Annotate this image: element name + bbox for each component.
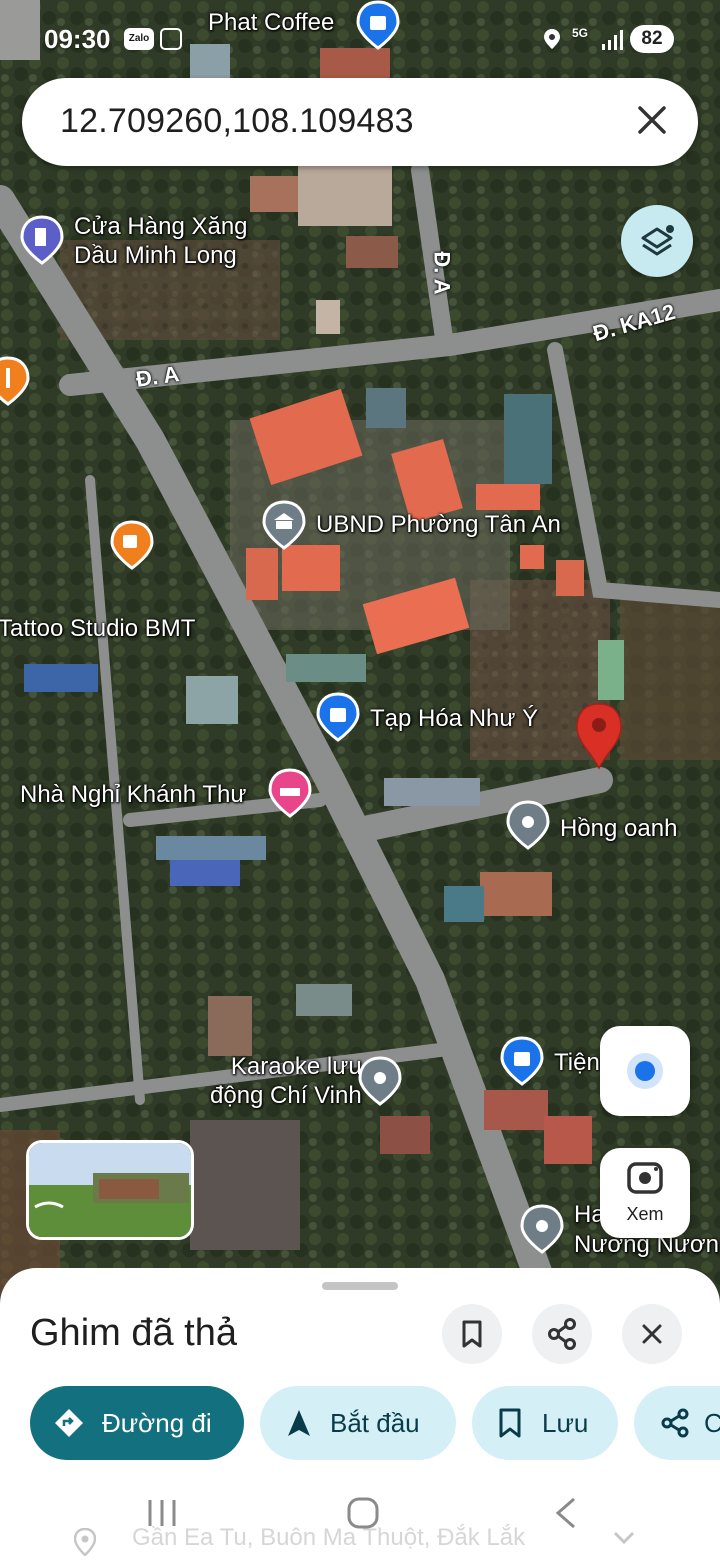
restaurant-icon[interactable] bbox=[0, 356, 30, 408]
signal-icon bbox=[602, 30, 623, 50]
place-icon[interactable] bbox=[358, 1056, 402, 1108]
share-chip-button[interactable]: C bbox=[634, 1386, 720, 1460]
place-cua-hang-xang-dau[interactable]: Cửa Hàng Xăng Dầu Minh Long bbox=[74, 212, 248, 270]
bookmark-icon bbox=[499, 1408, 521, 1438]
close-icon[interactable] bbox=[632, 100, 672, 140]
recent-apps-icon[interactable] bbox=[146, 1498, 178, 1528]
directions-icon bbox=[55, 1409, 83, 1437]
start-button[interactable]: Bắt đầu bbox=[260, 1386, 456, 1460]
system-navigation-bar bbox=[0, 1480, 720, 1560]
street-view-image bbox=[29, 1143, 191, 1237]
bookmark-button[interactable] bbox=[442, 1304, 502, 1364]
place-tap-hoa-nhu-y[interactable]: Tạp Hóa Như Ý bbox=[370, 704, 538, 733]
road-label-a-vertical: Đ. A bbox=[429, 251, 455, 295]
lens-icon bbox=[627, 1162, 663, 1194]
gas-station-icon[interactable] bbox=[20, 215, 64, 267]
screenshot-icon bbox=[160, 28, 182, 50]
shopping-bag-icon[interactable] bbox=[316, 692, 360, 744]
search-query[interactable]: 12.709260,108.109483 bbox=[60, 102, 414, 141]
back-icon[interactable] bbox=[552, 1496, 578, 1530]
share-icon bbox=[548, 1318, 576, 1350]
home-icon[interactable] bbox=[346, 1496, 380, 1530]
bed-icon[interactable] bbox=[268, 768, 312, 820]
layers-button[interactable] bbox=[621, 205, 693, 277]
sheet-title: Ghim đã thả bbox=[30, 1312, 237, 1354]
close-sheet-button[interactable] bbox=[622, 1304, 682, 1364]
street-view-thumbnail[interactable] bbox=[26, 1140, 194, 1240]
directions-label: Đường đi bbox=[102, 1408, 212, 1438]
layers-icon bbox=[641, 225, 674, 256]
start-label: Bắt đầu bbox=[330, 1408, 420, 1438]
share-button[interactable] bbox=[532, 1304, 592, 1364]
share-chip-label: C bbox=[704, 1408, 720, 1438]
share-icon bbox=[661, 1408, 689, 1438]
place-hong-oanh[interactable]: Hồng oanh bbox=[560, 814, 677, 843]
save-label: Lưu bbox=[542, 1408, 589, 1438]
place-tattoo-studio[interactable]: Tattoo Studio BMT bbox=[0, 614, 195, 643]
coffee-cup-icon[interactable] bbox=[110, 520, 154, 572]
status-time: 09:30 bbox=[44, 24, 111, 54]
bookmark-icon bbox=[462, 1320, 482, 1348]
zalo-notification-icon: Zalo bbox=[124, 28, 154, 50]
shopping-bag-icon[interactable] bbox=[500, 1036, 544, 1088]
close-icon bbox=[642, 1324, 662, 1344]
place-icon[interactable] bbox=[506, 800, 550, 852]
place-ubnd-tan-an[interactable]: UBND Phường Tân An bbox=[316, 510, 561, 539]
navigation-arrow-icon bbox=[288, 1410, 310, 1436]
status-bar: 09:30 Zalo 5G 82 bbox=[0, 0, 720, 76]
lens-label: Xem bbox=[626, 1204, 664, 1224]
place-karaoke-chi-vinh[interactable]: Karaoke lưu động Chí Vinh bbox=[210, 1052, 362, 1110]
sheet-drag-handle[interactable] bbox=[322, 1282, 398, 1290]
place-tien[interactable]: Tiện bbox=[554, 1048, 600, 1077]
my-location-icon bbox=[627, 1053, 663, 1089]
government-building-icon[interactable] bbox=[262, 500, 306, 552]
save-button[interactable]: Lưu bbox=[472, 1386, 618, 1460]
location-icon bbox=[544, 29, 560, 49]
my-location-button[interactable] bbox=[600, 1026, 690, 1116]
search-bar[interactable]: 12.709260,108.109483 bbox=[22, 78, 698, 166]
directions-button[interactable]: Đường đi bbox=[30, 1386, 244, 1460]
network-type: 5G bbox=[572, 26, 589, 40]
battery-level: 82 bbox=[630, 25, 674, 53]
lens-button[interactable]: Xem bbox=[600, 1148, 690, 1238]
place-icon[interactable] bbox=[520, 1204, 564, 1256]
place-nha-nghi-khanh-thu[interactable]: Nhà Nghỉ Khánh Thư bbox=[20, 780, 246, 809]
place-bottom-sheet[interactable]: Ghim đã thả Đường đi Bắt đầu Lưu C Gần E… bbox=[0, 1268, 720, 1560]
